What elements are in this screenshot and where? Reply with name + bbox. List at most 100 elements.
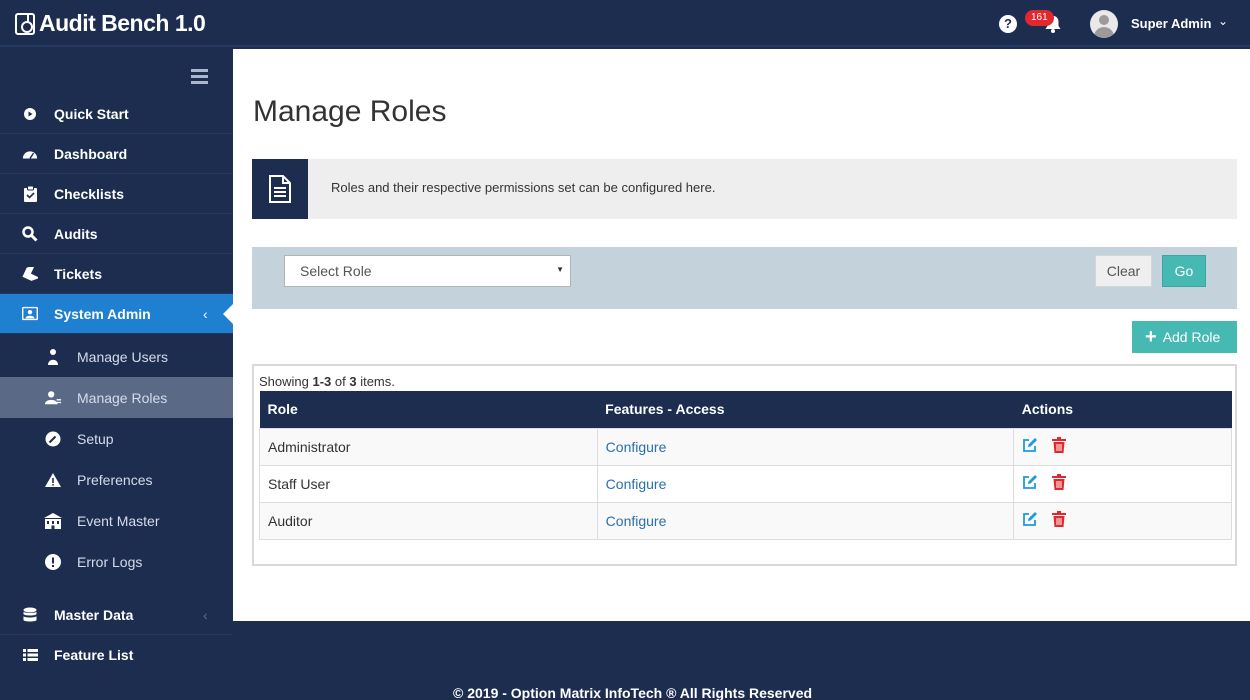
list-icon <box>22 647 38 663</box>
sidebar-item-label: Tickets <box>54 265 102 282</box>
sidebar-subitem-label: Event Master <box>77 512 160 529</box>
delete-icon[interactable] <box>1052 474 1067 490</box>
edit-icon[interactable] <box>1022 474 1038 490</box>
add-role-label: Add Role <box>1162 329 1221 345</box>
plus-icon: + <box>1145 326 1157 348</box>
roles-grid: Showing 1-3 of 3 items. Role Features - … <box>252 364 1237 566</box>
features-cell: Configure <box>596 427 1015 466</box>
configure-link[interactable]: Configure <box>606 513 667 529</box>
app-brand[interactable]: Audit Bench 1.0 <box>15 10 206 37</box>
sidebar-item-feature-list[interactable]: Feature List <box>0 635 233 675</box>
role-cell: Administrator <box>259 427 598 466</box>
delete-icon[interactable] <box>1052 437 1067 453</box>
sidebar-subitem-label: Manage Users <box>77 348 169 365</box>
alert-icon <box>44 553 62 571</box>
column-header-role[interactable]: Role <box>259 391 598 428</box>
notification-badge: 161 <box>1025 10 1054 26</box>
summary-range: 1-3 <box>312 374 332 389</box>
sidebar-item-dashboard[interactable]: Dashboard <box>0 134 233 174</box>
sidebar-item-label: Dashboard <box>54 145 128 162</box>
sidebar-subitem-preferences[interactable]: Preferences <box>0 459 233 500</box>
help-icon[interactable]: ? <box>999 15 1017 33</box>
role-cell: Staff User <box>259 464 598 503</box>
sidebar-subitem-label: Preferences <box>77 471 153 488</box>
setup-icon <box>44 430 62 448</box>
users-icon <box>44 348 62 366</box>
user-name[interactable]: Super Admin <box>1131 16 1211 31</box>
table-row: Auditor Configure <box>259 501 1232 540</box>
info-banner: Roles and their respective permissions s… <box>252 159 1237 219</box>
avatar[interactable] <box>1090 10 1118 38</box>
sidebar-item-master-data[interactable]: Master Data ‹ <box>0 595 233 635</box>
configure-link[interactable]: Configure <box>606 439 667 455</box>
clear-button[interactable]: Clear <box>1095 255 1152 287</box>
footer: © 2019 - Option Matrix InfoTech ® All Ri… <box>233 621 1250 700</box>
admin-icon <box>22 306 38 322</box>
delete-icon[interactable] <box>1052 511 1067 527</box>
actions-cell <box>1013 501 1232 540</box>
table-row: Administrator Configure <box>259 427 1232 466</box>
role-cell: Auditor <box>259 501 598 540</box>
go-button[interactable]: Go <box>1162 255 1206 287</box>
sidebar-item-tickets[interactable]: Tickets <box>0 254 233 294</box>
column-header-actions: Actions <box>1013 391 1232 428</box>
sidebar-subitem-label: Manage Roles <box>77 389 168 406</box>
sidebar-subitem-label: Setup <box>77 430 114 447</box>
sidebar-item-label: Feature List <box>54 647 134 663</box>
chevron-down-icon[interactable]: ⌄ <box>1218 14 1228 28</box>
summary-suffix: items. <box>356 374 395 389</box>
sidebar-item-quick-start[interactable]: Quick Start <box>0 94 233 134</box>
database-icon <box>22 607 38 623</box>
warning-icon <box>44 471 62 489</box>
roles-table: Role Features - Access Actions Administr… <box>259 391 1232 540</box>
add-role-button[interactable]: + Add Role <box>1132 321 1237 353</box>
audit-bench-logo-icon <box>15 12 35 35</box>
features-cell: Configure <box>596 464 1015 503</box>
role-select[interactable]: Select Role ▼ <box>284 255 571 287</box>
filter-bar: Select Role ▼ Clear Go <box>252 247 1237 309</box>
clipboard-icon <box>22 185 38 202</box>
sidebar-item-label: Audits <box>54 225 98 242</box>
chevron-left-icon: ‹ <box>203 606 208 623</box>
actions-cell <box>1013 427 1232 466</box>
sidebar-item-label: System Admin <box>54 305 151 322</box>
sidebar-subitem-error-logs[interactable]: Error Logs <box>0 541 233 582</box>
grid-summary: Showing 1-3 of 3 items. <box>259 374 395 389</box>
play-circle-icon <box>22 106 38 122</box>
edit-icon[interactable] <box>1022 437 1038 453</box>
configure-link[interactable]: Configure <box>606 476 667 492</box>
actions-cell <box>1013 464 1232 503</box>
dropdown-arrow-icon: ▼ <box>556 265 564 274</box>
hamburger-menu-icon[interactable] <box>191 69 208 84</box>
sidebar-item-audits[interactable]: Audits <box>0 214 233 254</box>
table-row: Staff User Configure <box>259 464 1232 503</box>
app-title: Audit Bench 1.0 <box>39 10 206 36</box>
summary-prefix: Showing <box>259 374 313 389</box>
sidebar-subitem-event-master[interactable]: Event Master <box>0 500 233 541</box>
sidebar-subitem-setup[interactable]: Setup <box>0 418 233 459</box>
sidebar-subitem-manage-users[interactable]: Manage Users <box>0 336 233 377</box>
table-header-row: Role Features - Access Actions <box>259 391 1232 428</box>
top-navbar: Audit Bench 1.0 ? 161 Super Admin ⌄ <box>0 0 1250 47</box>
main-content: Manage Roles Roles and their respective … <box>233 49 1250 621</box>
speedometer-icon <box>22 146 38 162</box>
features-cell: Configure <box>596 501 1015 540</box>
sidebar-subitem-manage-roles[interactable]: Manage Roles <box>0 377 233 418</box>
edit-icon[interactable] <box>1022 511 1038 527</box>
summary-of: of <box>331 374 350 389</box>
sidebar-item-checklists[interactable]: Checklists <box>0 174 233 214</box>
ticket-icon <box>22 266 38 282</box>
sidebar-item-label: Quick Start <box>54 105 129 122</box>
footer-copyright: © 2019 - Option Matrix InfoTech ® All Ri… <box>453 685 813 700</box>
sidebar-item-label: Master Data <box>54 606 134 623</box>
chevron-left-icon: ‹ <box>203 305 208 322</box>
column-header-features-access[interactable]: Features - Access <box>597 391 1014 428</box>
sidebar-subitem-label: Error Logs <box>77 553 143 570</box>
summary-total: 3 <box>349 374 357 389</box>
sidebar-item-label: Checklists <box>54 185 125 202</box>
role-select-value: Select Role <box>300 263 372 279</box>
sidebar: Quick Start Dashboard Checklists Audits … <box>0 49 233 700</box>
search-icon <box>22 225 38 242</box>
sidebar-item-system-admin[interactable]: System Admin ‹ <box>0 294 233 334</box>
user-roles-icon <box>44 389 62 407</box>
